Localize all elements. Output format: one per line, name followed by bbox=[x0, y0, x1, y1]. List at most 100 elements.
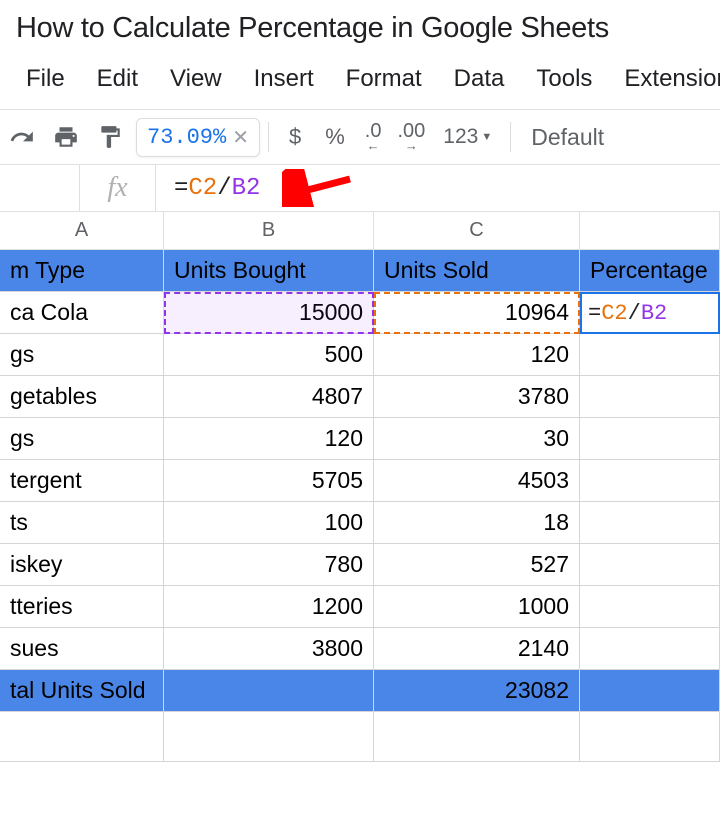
cell-header-percentage[interactable]: Percentage bbox=[580, 250, 720, 291]
result-value: 73.09% bbox=[147, 125, 226, 150]
cell[interactable]: 2140 bbox=[374, 628, 580, 669]
document-title[interactable]: How to Calculate Percentage in Google Sh… bbox=[0, 0, 720, 45]
menu-bar: File Edit View Insert Format Data Tools … bbox=[0, 45, 720, 103]
cell[interactable] bbox=[374, 712, 580, 761]
formula-input[interactable]: =C2/B2 bbox=[156, 175, 260, 202]
cell[interactable] bbox=[580, 628, 720, 669]
cell[interactable]: getables bbox=[0, 376, 164, 417]
cell[interactable]: 120 bbox=[374, 334, 580, 375]
format-currency-button[interactable]: $ bbox=[277, 124, 313, 150]
decrease-decimal-button[interactable]: .0← bbox=[357, 123, 390, 151]
increase-decimal-button[interactable]: .00→ bbox=[389, 123, 433, 151]
cell[interactable] bbox=[580, 376, 720, 417]
cell[interactable] bbox=[0, 712, 164, 761]
cell[interactable]: tteries bbox=[0, 586, 164, 627]
spreadsheet-grid[interactable]: A B C m Type Units Bought Units Sold Per… bbox=[0, 212, 720, 762]
table-row bbox=[0, 712, 720, 762]
cell[interactable]: 3780 bbox=[374, 376, 580, 417]
cell[interactable] bbox=[164, 670, 374, 711]
toolbar-separator bbox=[268, 122, 269, 152]
formula-slash: / bbox=[217, 175, 231, 202]
menu-view[interactable]: View bbox=[154, 65, 238, 93]
cell[interactable]: 527 bbox=[374, 544, 580, 585]
cell[interactable] bbox=[580, 418, 720, 459]
menu-extensions[interactable]: Extensions bbox=[608, 65, 720, 93]
cell[interactable] bbox=[580, 712, 720, 761]
table-row: iskey 780 527 bbox=[0, 544, 720, 586]
cell[interactable] bbox=[580, 670, 720, 711]
name-box[interactable] bbox=[0, 165, 80, 211]
close-icon[interactable]: ✕ bbox=[232, 125, 249, 150]
cell[interactable]: 3800 bbox=[164, 628, 374, 669]
formula-result-preview: 73.09% ✕ bbox=[136, 118, 260, 157]
column-headers: A B C bbox=[0, 212, 720, 250]
table-row: tteries 1200 1000 bbox=[0, 586, 720, 628]
cell[interactable] bbox=[580, 334, 720, 375]
cell[interactable]: 500 bbox=[164, 334, 374, 375]
cell[interactable]: 18 bbox=[374, 502, 580, 543]
table-row: gs 500 120 bbox=[0, 334, 720, 376]
format-percent-button[interactable]: % bbox=[313, 124, 357, 150]
cell[interactable]: sues bbox=[0, 628, 164, 669]
menu-format[interactable]: Format bbox=[330, 65, 438, 93]
formula-equals: = bbox=[174, 175, 188, 202]
cell[interactable]: 1200 bbox=[164, 586, 374, 627]
print-icon[interactable] bbox=[44, 117, 88, 157]
cell[interactable] bbox=[580, 292, 720, 333]
table-row: ca Cola 15000 10964 bbox=[0, 292, 720, 334]
cell-header-units-sold[interactable]: Units Sold bbox=[374, 250, 580, 291]
cell[interactable]: 100 bbox=[164, 502, 374, 543]
menu-file[interactable]: File bbox=[10, 65, 81, 93]
table-row: getables 4807 3780 bbox=[0, 376, 720, 418]
annotation-arrow-icon bbox=[282, 169, 354, 207]
cell[interactable] bbox=[164, 712, 374, 761]
column-header-b[interactable]: B bbox=[164, 212, 374, 249]
cell[interactable] bbox=[580, 460, 720, 501]
table-row: tergent 5705 4503 bbox=[0, 460, 720, 502]
cell[interactable] bbox=[580, 586, 720, 627]
cell[interactable]: 10964 bbox=[374, 292, 580, 333]
redo-icon[interactable] bbox=[0, 117, 44, 157]
cell-total-label[interactable]: tal Units Sold bbox=[0, 670, 164, 711]
cell-total-sold[interactable]: 23082 bbox=[374, 670, 580, 711]
table-header-row: m Type Units Bought Units Sold Percentag… bbox=[0, 250, 720, 292]
cell[interactable]: gs bbox=[0, 418, 164, 459]
column-header-d[interactable] bbox=[580, 212, 720, 249]
cell[interactable] bbox=[580, 502, 720, 543]
menu-edit[interactable]: Edit bbox=[81, 65, 154, 93]
menu-insert[interactable]: Insert bbox=[238, 65, 330, 93]
table-total-row: tal Units Sold 23082 bbox=[0, 670, 720, 712]
table-row: sues 3800 2140 bbox=[0, 628, 720, 670]
formula-bar: fx =C2/B2 bbox=[0, 164, 720, 212]
formula-ref-c2: C2 bbox=[188, 175, 217, 202]
column-header-a[interactable]: A bbox=[0, 212, 164, 249]
cell[interactable]: tergent bbox=[0, 460, 164, 501]
cell[interactable]: 30 bbox=[374, 418, 580, 459]
formula-ref-b2: B2 bbox=[232, 175, 261, 202]
cell[interactable]: ca Cola bbox=[0, 292, 164, 333]
cell[interactable]: ts bbox=[0, 502, 164, 543]
toolbar-separator bbox=[510, 122, 511, 152]
cell[interactable]: gs bbox=[0, 334, 164, 375]
cell[interactable]: 15000 bbox=[164, 292, 374, 333]
cell[interactable]: 120 bbox=[164, 418, 374, 459]
cell-header-units-bought[interactable]: Units Bought bbox=[164, 250, 374, 291]
paint-format-icon[interactable] bbox=[88, 117, 132, 157]
cell[interactable]: 4807 bbox=[164, 376, 374, 417]
menu-data[interactable]: Data bbox=[438, 65, 521, 93]
toolbar: 73.09% ✕ $ % .0← .00→ 123▼ Default bbox=[0, 110, 720, 164]
cell[interactable]: 5705 bbox=[164, 460, 374, 501]
cell[interactable]: 1000 bbox=[374, 586, 580, 627]
fx-icon: fx bbox=[80, 165, 156, 211]
table-row: gs 120 30 bbox=[0, 418, 720, 460]
column-header-c[interactable]: C bbox=[374, 212, 580, 249]
cell[interactable] bbox=[580, 544, 720, 585]
cell[interactable]: 4503 bbox=[374, 460, 580, 501]
cell-header-item-type[interactable]: m Type bbox=[0, 250, 164, 291]
menu-tools[interactable]: Tools bbox=[520, 65, 608, 93]
cell[interactable]: 780 bbox=[164, 544, 374, 585]
cell[interactable]: iskey bbox=[0, 544, 164, 585]
font-selector[interactable]: Default bbox=[519, 124, 616, 151]
more-formats-button[interactable]: 123▼ bbox=[433, 125, 502, 149]
table-row: ts 100 18 bbox=[0, 502, 720, 544]
